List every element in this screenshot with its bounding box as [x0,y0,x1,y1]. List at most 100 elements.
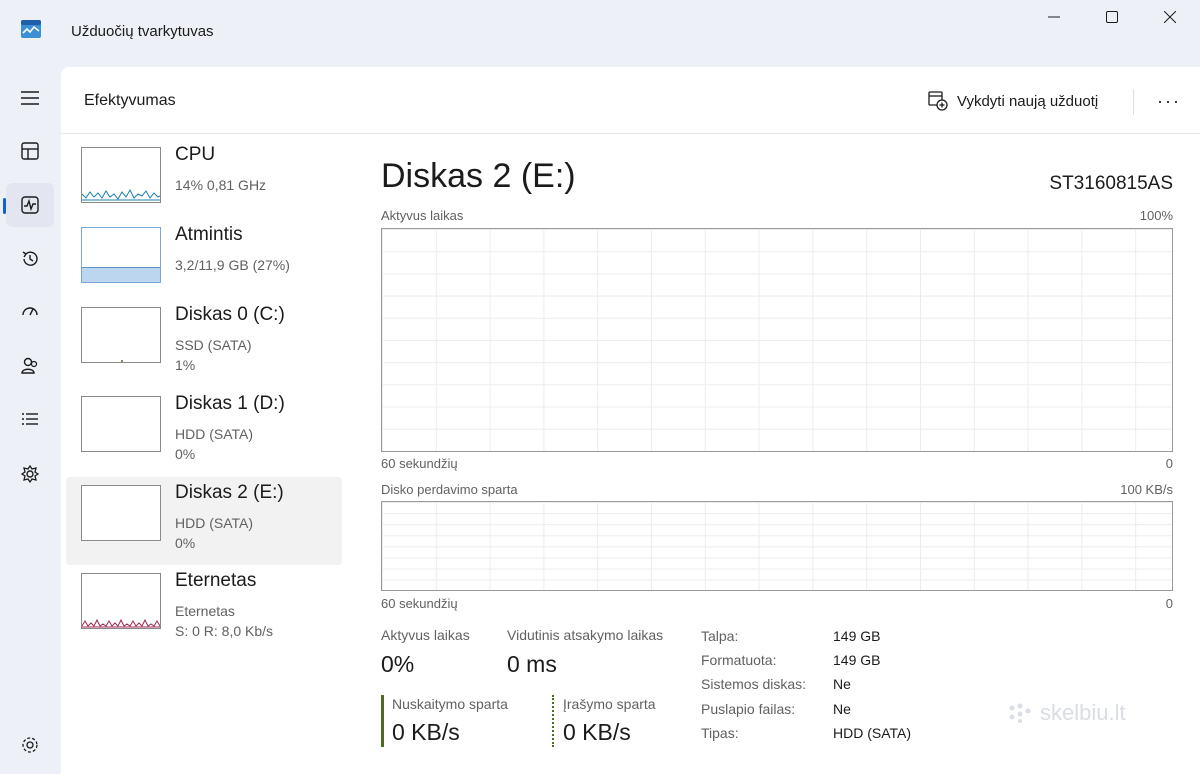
active-time-stat-label: Aktyvus laikas [381,627,470,643]
device-utilization: 1% [175,357,196,373]
device-item-memory[interactable]: Atmintis 3,2/11,9 GB (27%) [66,219,342,307]
ethernet-sparkline [82,618,160,628]
disk-detail-panel: Diskas 2 (E:) ST3160815AS Aktyvus laikas… [381,151,1173,771]
nav-performance[interactable] [3,183,54,227]
property-key: Talpa: [701,628,739,644]
memory-thumbnail-graph [81,227,161,283]
device-item-disk-2[interactable]: Diskas 2 (E:) HDD (SATA) 0% [66,477,342,565]
more-options-icon: ··· [1157,90,1181,111]
navigation-rail [0,64,60,774]
device-item-disk-0[interactable]: Diskas 0 (C:) SSD (SATA) 1% [66,299,342,387]
response-time-stat-label: Vidutinis atsakymo laikas [507,627,664,643]
device-detail: 14% 0,81 GHz [175,177,267,193]
active-time-graph-max: 100% [1139,208,1173,223]
device-item-ethernet[interactable]: Eternetas Eternetas S: 0 R: 8,0 Kb/s [66,565,342,653]
nav-services[interactable] [6,452,54,496]
response-time-stat-value: 0 ms [507,651,557,677]
title-bar: Užduočių tvarkytuvas [0,0,1200,64]
disk-title: Diskas 2 (E:) [381,157,576,195]
device-name: Eternetas [175,570,257,591]
close-icon [1164,11,1176,23]
device-type: HDD (SATA) [175,426,254,442]
property-value: HDD (SATA) [833,725,912,741]
transfer-rate-graph-time: 60 sekundžių [381,596,458,611]
disk0-thumbnail-graph [81,307,161,363]
write-speed-indicator [552,695,554,747]
property-value: Ne [833,676,851,692]
read-speed-value: 0 KB/s [392,719,460,745]
nav-processes[interactable] [6,129,54,173]
hamburger-menu-button[interactable] [6,76,54,120]
task-manager-app-icon [20,18,42,40]
header-divider [1133,89,1134,115]
active-time-graph-label: Aktyvus laikas [381,208,464,223]
device-name: Diskas 0 (C:) [175,304,285,325]
window-title: Užduočių tvarkytuvas [71,23,214,40]
page-header: Efektyvumas Vykdyti naują užduotį ··· [61,67,1200,134]
maximize-button[interactable] [1084,0,1140,34]
minimize-button[interactable] [1026,0,1082,34]
property-key: Formatuota: [701,652,777,668]
cpu-thumbnail-graph [81,147,161,203]
property-value: 149 GB [833,628,881,644]
nav-users[interactable] [6,344,54,388]
watermark-text: skelbiu.lt [1040,700,1126,725]
services-icon [20,464,40,484]
processes-icon [21,142,39,160]
history-icon [22,251,38,266]
minimize-icon [1048,16,1060,18]
read-speed-label: Nuskaitymo sparta [392,696,508,712]
nav-startup-apps[interactable] [6,290,54,334]
property-value: Ne [833,701,851,717]
device-detail: 3,2/11,9 GB (27%) [175,257,290,273]
run-new-task-button[interactable]: Vykdyti naują užduotį [927,87,1098,115]
device-utilization: 0% [175,446,196,462]
device-type: SSD (SATA) [175,337,252,353]
device-adapter: Eternetas [175,603,235,619]
active-time-graph-time: 60 sekundžių [381,456,458,471]
cpu-sparkline [82,188,160,201]
device-type: HDD (SATA) [175,515,254,531]
page-title: Efektyvumas [84,92,176,109]
write-speed-value: 0 KB/s [563,719,631,745]
watermark-logo-icon [1009,703,1031,723]
disk2-thumbnail-graph [81,485,161,541]
device-throughput: S: 0 R: 8,0 Kb/s [175,623,274,639]
users-icon [21,357,38,374]
disk1-thumbnail-graph [81,396,161,452]
more-options-button[interactable]: ··· [1151,85,1187,117]
disk0-sparkline [121,360,123,362]
hamburger-icon [21,91,39,105]
write-speed-label: Įrašymo sparta [563,696,656,712]
active-time-stat-value: 0% [381,651,415,677]
property-key: Puslapio failas: [701,701,796,717]
property-key: Sistemos diskas: [701,676,807,692]
nav-app-history[interactable] [6,237,54,281]
device-utilization: 0% [175,535,196,551]
property-value: 149 GB [833,652,881,668]
active-time-graph [381,228,1173,452]
nav-details[interactable] [6,397,54,441]
close-button[interactable] [1142,0,1198,34]
ethernet-thumbnail-graph [81,573,161,629]
device-item-disk-1[interactable]: Diskas 1 (D:) HDD (SATA) 0% [66,388,342,476]
transfer-rate-graph [381,501,1173,591]
device-item-cpu[interactable]: CPU 14% 0,81 GHz [66,139,342,227]
nav-settings[interactable] [6,723,54,767]
device-name: CPU [175,144,216,165]
run-new-task-label: Vykdyti naują užduotį [957,92,1099,110]
performance-icon [21,196,39,214]
property-key: Tipas: [701,725,739,741]
speedometer-icon [22,307,38,316]
transfer-rate-graph-max: 100 KB/s [1120,482,1173,497]
read-speed-indicator [381,695,384,747]
maximize-icon [1106,11,1118,23]
disk-model: ST3160815AS [1049,173,1173,194]
run-task-icon [928,91,948,111]
memory-fill [82,267,160,282]
active-time-graph-min: 0 [1165,456,1173,471]
transfer-rate-graph-min: 0 [1165,596,1173,611]
device-name: Atmintis [175,224,243,245]
list-icon [22,413,38,425]
device-list: CPU 14% 0,81 GHz Atmintis 3,2/11,9 GB (2… [66,139,342,639]
